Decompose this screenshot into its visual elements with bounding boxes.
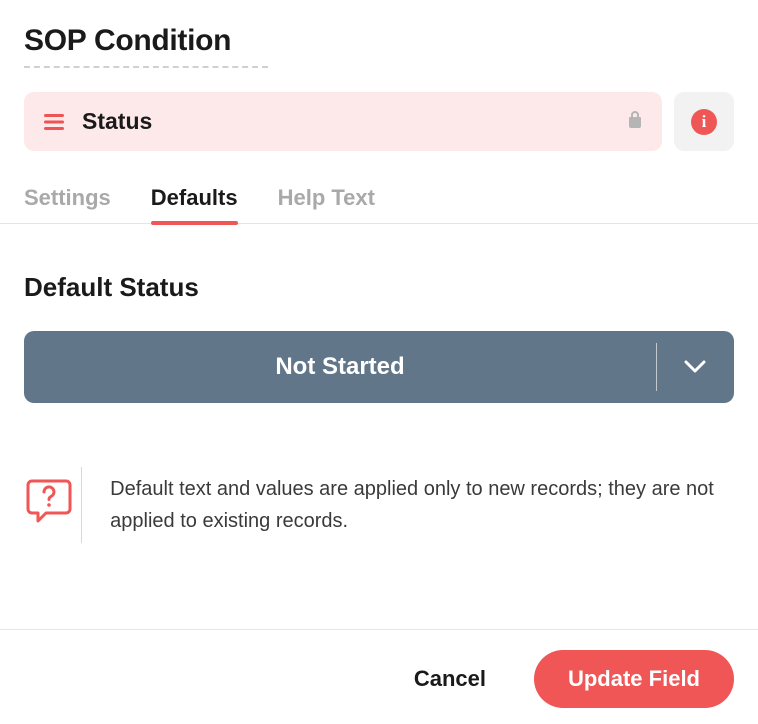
- field-pill: Status: [24, 92, 662, 151]
- section-title: Default Status: [24, 272, 734, 303]
- tabs-divider: [0, 223, 758, 224]
- field-row: Status i: [24, 92, 734, 151]
- field-name: Status: [82, 108, 610, 135]
- page-title: SOP Condition: [24, 24, 734, 58]
- default-status-dropdown[interactable]: Not Started: [24, 331, 734, 403]
- info-button[interactable]: i: [674, 92, 734, 151]
- cancel-button[interactable]: Cancel: [414, 666, 486, 692]
- hint-text: Default text and values are applied only…: [82, 473, 734, 537]
- hint-row: Default text and values are applied only…: [24, 473, 734, 537]
- lock-icon: [628, 110, 642, 133]
- tabs: Settings Defaults Help Text: [24, 185, 734, 223]
- tab-settings[interactable]: Settings: [24, 185, 111, 223]
- update-field-button[interactable]: Update Field: [534, 650, 734, 708]
- menu-lines-icon: [44, 114, 64, 130]
- footer: Cancel Update Field: [0, 629, 758, 724]
- info-icon: i: [691, 109, 717, 135]
- dropdown-selected-label: Not Started: [24, 331, 656, 403]
- tab-help-text[interactable]: Help Text: [278, 185, 375, 223]
- tab-defaults[interactable]: Defaults: [151, 185, 238, 223]
- title-underline: [24, 66, 268, 68]
- help-bubble-icon: [24, 475, 74, 530]
- chevron-down-icon: [656, 331, 734, 403]
